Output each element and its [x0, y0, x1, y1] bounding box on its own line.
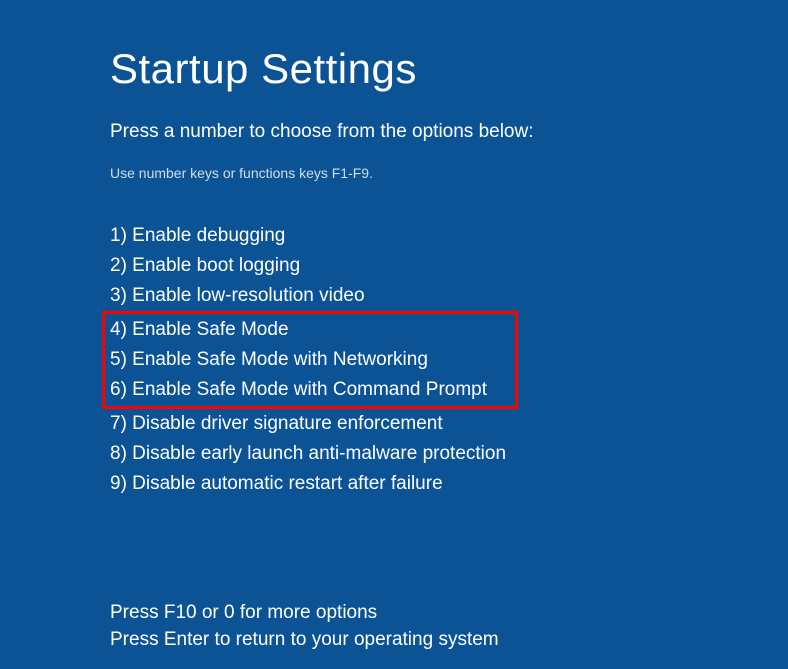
- option-8-anti-malware[interactable]: 8) Disable early launch anti-malware pro…: [110, 439, 788, 469]
- option-2-boot-logging[interactable]: 2) Enable boot logging: [110, 251, 788, 281]
- option-7-driver-sig[interactable]: 7) Disable driver signature enforcement: [110, 409, 788, 439]
- footer: Press F10 or 0 for more options Press En…: [110, 599, 788, 653]
- option-6-safe-mode-cmd[interactable]: 6) Enable Safe Mode with Command Prompt: [110, 375, 487, 405]
- option-3-low-res-video[interactable]: 3) Enable low-resolution video: [110, 281, 788, 311]
- footer-more-options: Press F10 or 0 for more options: [110, 599, 788, 626]
- highlight-box: 4) Enable Safe Mode 5) Enable Safe Mode …: [102, 311, 518, 409]
- subtitle-text: Press a number to choose from the option…: [110, 121, 788, 143]
- options-list: 1) Enable debugging 2) Enable boot loggi…: [110, 221, 788, 499]
- option-9-auto-restart[interactable]: 9) Disable automatic restart after failu…: [110, 469, 788, 499]
- option-5-safe-mode-networking[interactable]: 5) Enable Safe Mode with Networking: [110, 345, 487, 375]
- hint-text: Use number keys or functions keys F1-F9.: [110, 165, 788, 181]
- option-1-debugging[interactable]: 1) Enable debugging: [110, 221, 788, 251]
- footer-return: Press Enter to return to your operating …: [110, 626, 788, 653]
- option-4-safe-mode[interactable]: 4) Enable Safe Mode: [110, 315, 487, 345]
- page-title: Startup Settings: [110, 45, 788, 93]
